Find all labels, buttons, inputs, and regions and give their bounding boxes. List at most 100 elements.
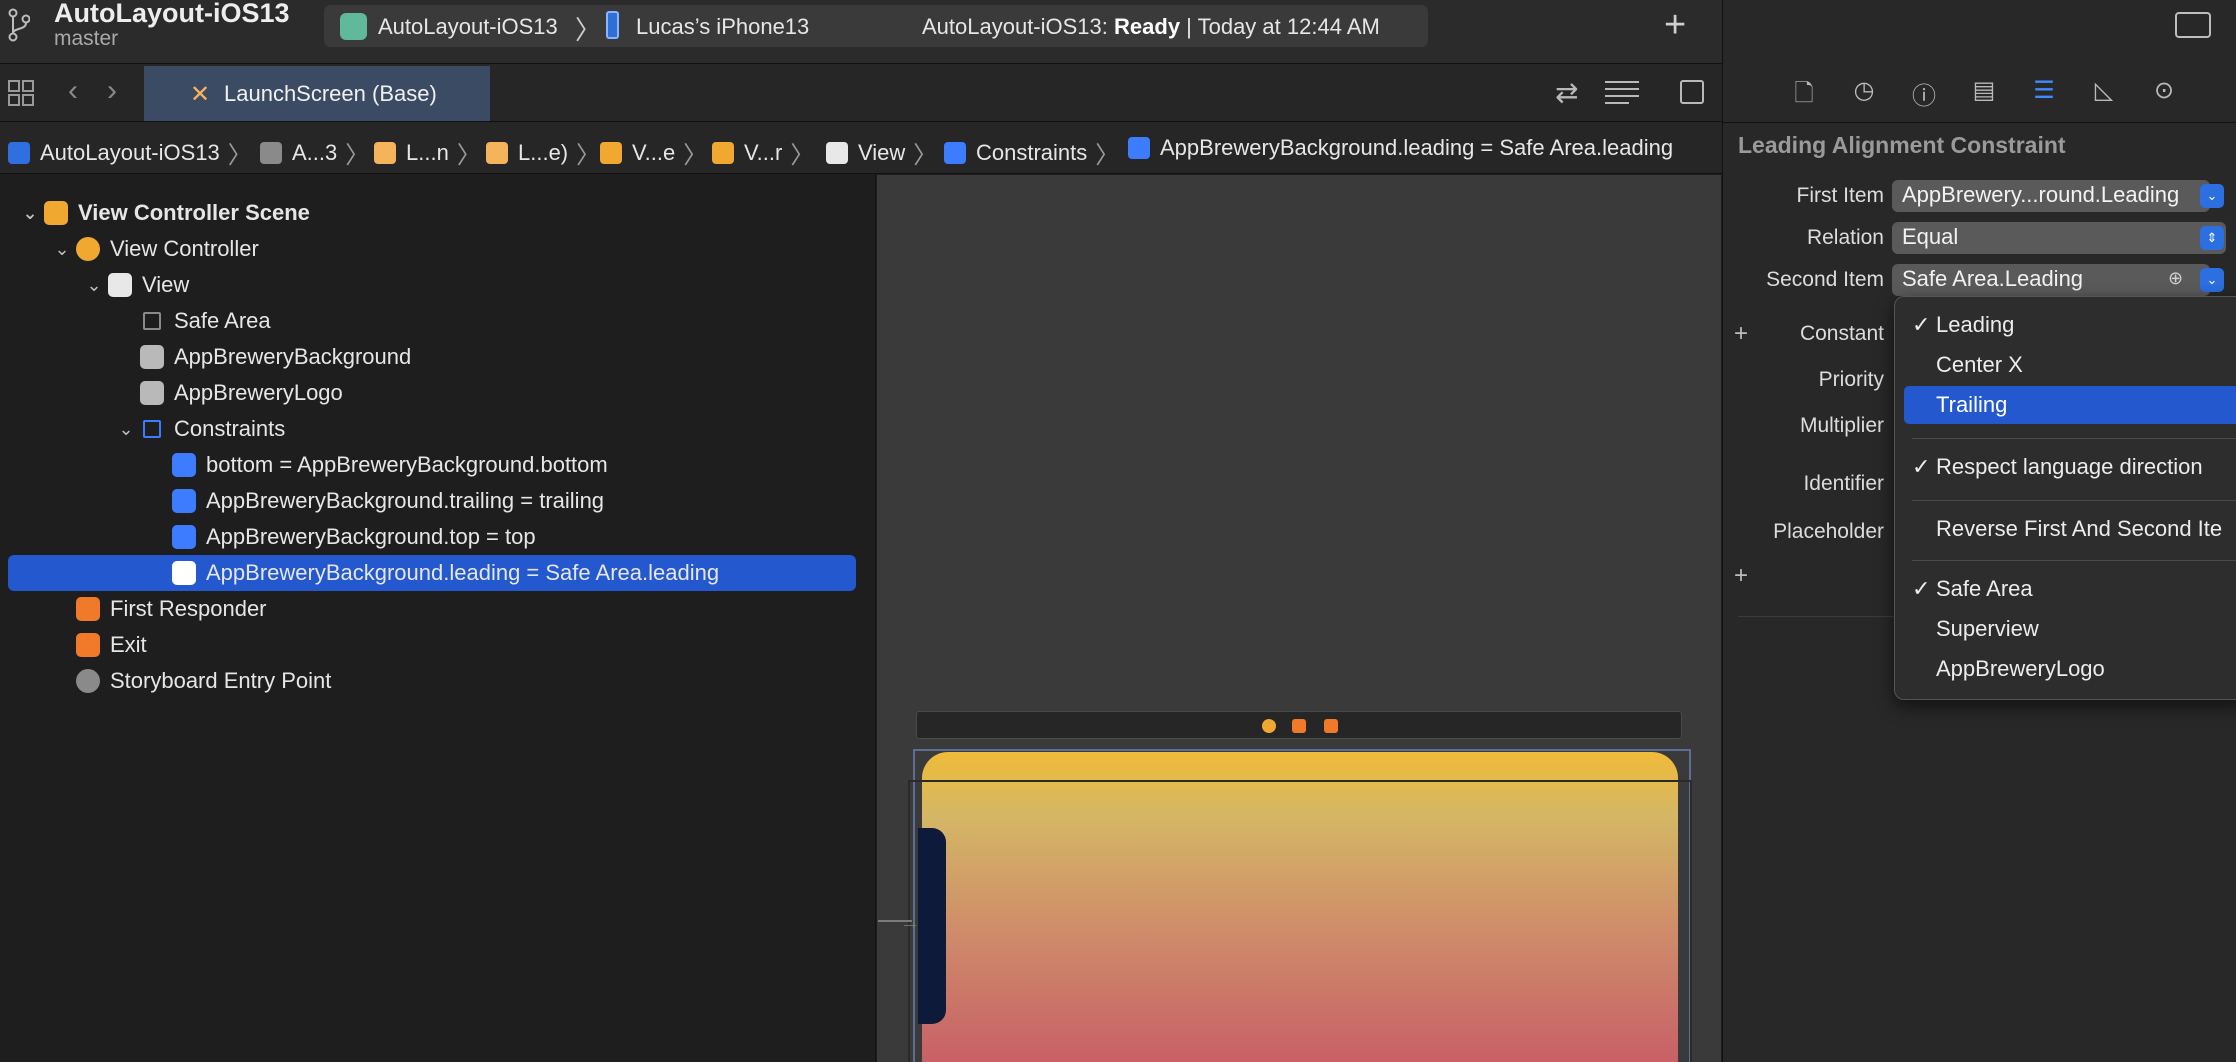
view-controller-icon	[76, 237, 100, 261]
outline-row-label: View Controller Scene	[78, 200, 310, 225]
editor-options-icon[interactable]	[1605, 80, 1639, 104]
breadcrumb-label: AppBreweryBackground.leading = Safe Area…	[1160, 135, 1674, 160]
scheme-selector[interactable]: AutoLayout-iOS13	[378, 14, 558, 40]
second-item-label: Second Item	[1766, 268, 1884, 291]
back-icon[interactable]: ‹	[68, 74, 78, 108]
swap-icon[interactable]: ⇄	[1555, 76, 1578, 109]
outline-row-label: Exit	[110, 632, 147, 657]
outline-row[interactable]: AppBreweryBackground.trailing = trailing	[8, 483, 856, 519]
identity-inspector-icon[interactable]: ▤	[1968, 76, 2000, 105]
chevron-down-icon[interactable]: ⌄	[2200, 184, 2224, 208]
outline-row[interactable]: Exit	[8, 627, 856, 663]
menu-item[interactable]: Respect language direction	[1936, 454, 2203, 480]
outline-row[interactable]: AppBreweryBackground.top = top	[8, 519, 856, 555]
updown-icon[interactable]: ⇕	[2200, 226, 2224, 250]
outline-row-label: Constraints	[174, 416, 286, 441]
breadcrumb-item[interactable]: Constraints 〉	[944, 135, 1119, 170]
multiplier-label: Multiplier	[1799, 414, 1884, 437]
outline-row-label: AppBreweryBackground	[174, 344, 412, 369]
disclosure-chevron-icon[interactable]: ⌄	[80, 275, 108, 296]
app-brewery-logo[interactable]	[918, 828, 946, 1024]
breadcrumb-label: View	[858, 139, 906, 165]
entry-arrow-head-icon: →	[900, 912, 920, 934]
breadcrumb-item[interactable]: View 〉	[826, 135, 937, 170]
relation-popup[interactable]: Equal	[1892, 222, 2226, 254]
add-editor-icon[interactable]	[1680, 80, 1704, 104]
constraint-top-icon	[172, 525, 196, 549]
constraint-icon	[1128, 137, 1150, 159]
outline-row-label: View	[142, 272, 190, 297]
outline-row[interactable]: ⌄ View	[8, 267, 856, 303]
relation-label: Relation	[1806, 226, 1884, 249]
menu-item[interactable]: Trailing	[1936, 392, 2007, 418]
outline-row[interactable]: ⌄ View Controller	[8, 231, 856, 267]
breadcrumb-label: L...e)	[518, 139, 569, 165]
chevron-down-icon[interactable]: ⌄	[2200, 268, 2224, 292]
first-item-popup[interactable]: AppBrewery...round.Leading	[1892, 180, 2210, 212]
breadcrumb-item[interactable]: A...3 〉	[260, 135, 369, 170]
exit-dock-icon[interactable]	[1324, 719, 1338, 733]
outline-row[interactable]: AppBreweryBackground	[8, 339, 856, 375]
toggle-inspector-icon[interactable]	[2175, 12, 2211, 38]
breadcrumb-item[interactable]: V...e 〉	[600, 135, 707, 170]
chevron-right-icon: 〉	[683, 142, 708, 169]
add-button[interactable]: +	[1664, 4, 1686, 47]
attributes-inspector-icon[interactable]: ☰	[2028, 76, 2060, 105]
breadcrumb-item[interactable]: V...r 〉	[712, 135, 814, 170]
iphone-icon[interactable]	[606, 11, 619, 39]
disclosure-chevron-icon[interactable]: ⌄	[112, 419, 140, 440]
breadcrumb-label: A...3	[292, 139, 338, 165]
outline-row[interactable]: ⌄ View Controller Scene	[8, 195, 856, 231]
constant-label: Constant	[1799, 322, 1884, 345]
second-item-popup[interactable]: Safe Area.Leading	[1892, 264, 2210, 296]
outline-row[interactable]: Storyboard Entry Point	[8, 663, 856, 699]
menu-item[interactable]: AppBreweryLogo	[1936, 656, 2105, 682]
app-icon[interactable]	[340, 13, 367, 40]
help-inspector-icon[interactable]: ⓘ	[1908, 76, 1940, 111]
outline-row[interactable]: First Responder	[8, 591, 856, 627]
device-selector[interactable]: Lucas’s iPhone13	[636, 14, 809, 40]
view-icon	[826, 141, 848, 164]
outline-row[interactable]: bottom = AppBreweryBackground.bottom	[8, 447, 856, 483]
safe-area-icon	[143, 312, 161, 330]
outline-row-label: AppBreweryLogo	[174, 380, 343, 405]
chevron-right-icon: 〉	[576, 142, 601, 169]
breadcrumb-item[interactable]: AutoLayout-iOS13 〉	[8, 135, 252, 170]
constraint-bottom-icon	[172, 453, 196, 477]
history-inspector-icon[interactable]: ◷	[1848, 76, 1880, 105]
menu-item[interactable]: Reverse First And Second Ite	[1936, 516, 2222, 542]
outline-row-label: AppBreweryBackground.trailing = trailing	[206, 488, 605, 513]
menu-item[interactable]: Safe Area	[1936, 576, 2033, 602]
menu-item[interactable]: Superview	[1936, 616, 2039, 642]
forward-icon[interactable]: ›	[107, 74, 117, 108]
related-items-icon[interactable]	[8, 80, 34, 106]
chevron-right-icon: 〉	[345, 142, 370, 169]
breadcrumb-item[interactable]: AppBreweryBackground.leading = Safe Area…	[1128, 135, 1673, 161]
file-inspector-icon[interactable]: 🗋	[1788, 76, 1820, 117]
outline-row[interactable]: ⌄ Constraints	[8, 411, 856, 447]
menu-item[interactable]: Leading	[1936, 312, 2014, 338]
outline-row[interactable]: AppBreweryBackground.leading = Safe Area…	[8, 555, 856, 591]
disclosure-chevron-icon[interactable]: ⌄	[48, 239, 76, 260]
view-controller-dock-icon[interactable]	[1262, 719, 1276, 733]
add-installed-variation-icon[interactable]: +	[1734, 562, 1748, 590]
chevron-right-icon: 〉	[790, 142, 815, 169]
outline-row[interactable]: Safe Area	[8, 303, 856, 339]
disclosure-chevron-icon[interactable]: ⌄	[16, 203, 44, 224]
arrow-circle-icon[interactable]: ⊕	[2168, 268, 2183, 289]
build-status: AutoLayout-iOS13: Ready | Today at 12:44…	[922, 14, 1380, 40]
connections-inspector-icon[interactable]: ⊙	[2148, 76, 2180, 105]
breadcrumb-label: V...e	[632, 139, 676, 165]
menu-separator	[1912, 438, 2236, 439]
outline-row[interactable]: AppBreweryLogo	[8, 375, 856, 411]
outline-row-label: bottom = AppBreweryBackground.bottom	[206, 452, 608, 477]
first-item-label: First Item	[1796, 184, 1885, 207]
view-controller-icon	[712, 141, 734, 164]
menu-item[interactable]: Center X	[1936, 352, 2023, 378]
outline-row-label: Safe Area	[174, 308, 271, 333]
breadcrumb-item[interactable]: L...e) 〉	[486, 135, 600, 170]
breadcrumb-item[interactable]: L...n 〉	[374, 135, 481, 170]
first-responder-dock-icon[interactable]	[1292, 719, 1306, 733]
constraint-leading-icon	[172, 561, 196, 585]
size-inspector-icon[interactable]: ◺	[2088, 76, 2120, 105]
